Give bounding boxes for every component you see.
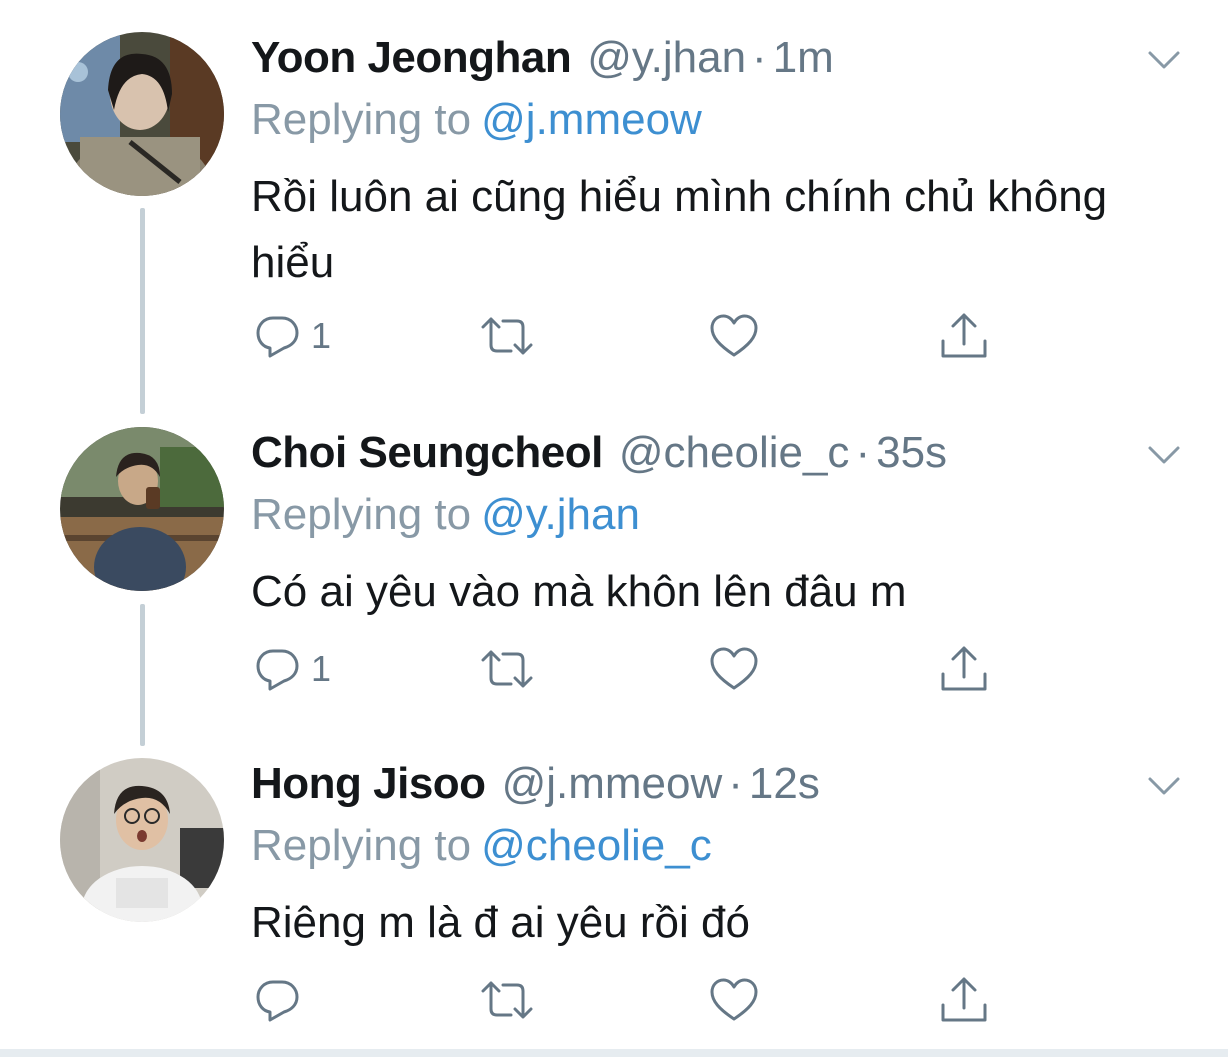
mention-link[interactable]: @cheolie_c xyxy=(481,821,712,870)
replying-label: Replying to xyxy=(251,95,472,144)
heart-icon xyxy=(710,978,758,1021)
tweet[interactable]: Yoon Jeonghan @y.jhan · 1m Replying to @j… xyxy=(0,30,1228,390)
share-button[interactable] xyxy=(939,972,989,1028)
share-icon xyxy=(941,977,987,1022)
reply-button[interactable]: 1 xyxy=(255,641,331,697)
reply-button[interactable]: 1 xyxy=(255,308,331,364)
replying-to: Replying to @j.mmeow xyxy=(251,92,702,148)
timestamp[interactable]: 12s xyxy=(749,756,820,812)
bottom-divider xyxy=(0,1049,1228,1057)
replying-label: Replying to xyxy=(251,821,472,870)
action-bar: 1 xyxy=(251,641,1011,697)
reply-icon xyxy=(256,649,299,691)
user-handle[interactable]: @cheolie_c xyxy=(619,425,850,481)
mention-link[interactable]: @y.jhan xyxy=(481,490,640,539)
avatar[interactable] xyxy=(60,427,224,591)
chevron-down-icon[interactable] xyxy=(1146,437,1182,473)
separator: · xyxy=(752,33,767,82)
reply-icon xyxy=(256,316,299,358)
tweet-header: Hong Jisoo @j.mmeow · 12s xyxy=(251,756,820,812)
retweet-icon xyxy=(481,981,533,1019)
replying-label: Replying to xyxy=(251,490,472,539)
separator: · xyxy=(855,428,871,477)
avatar[interactable] xyxy=(60,32,224,196)
avatar-photo xyxy=(60,32,224,196)
share-icon xyxy=(941,646,987,691)
retweet-button[interactable] xyxy=(479,308,535,364)
reply-count: 1 xyxy=(311,648,332,689)
tweet-header: Yoon Jeonghan @y.jhan · 1m xyxy=(251,30,834,86)
avatar[interactable] xyxy=(60,758,224,922)
chevron-down-icon[interactable] xyxy=(1146,42,1182,78)
avatar-photo xyxy=(60,758,224,922)
like-button[interactable] xyxy=(709,308,759,364)
replying-to: Replying to @cheolie_c xyxy=(251,818,712,874)
retweet-icon xyxy=(481,650,533,688)
retweet-icon xyxy=(481,317,533,355)
timestamp[interactable]: 35s xyxy=(876,425,947,481)
retweet-button[interactable] xyxy=(479,972,535,1028)
tweet[interactable]: Hong Jisoo @j.mmeow · 12s Replying to @ch… xyxy=(0,756,1228,1046)
tweet-text: Rồi luôn ai cũng hiểu mình chính chủ khô… xyxy=(251,172,1108,287)
reply-thread: Yoon Jeonghan @y.jhan · 1m Replying to @j… xyxy=(0,0,1228,1057)
reply-button[interactable] xyxy=(255,972,311,1028)
action-bar xyxy=(251,972,1011,1028)
retweet-button[interactable] xyxy=(479,641,535,697)
heart-icon xyxy=(710,314,758,357)
heart-icon xyxy=(710,647,758,690)
timestamp[interactable]: 1m xyxy=(773,30,834,86)
chevron-down-icon[interactable] xyxy=(1146,768,1182,804)
like-button[interactable] xyxy=(709,641,759,697)
avatar-photo xyxy=(60,427,224,591)
user-handle[interactable]: @y.jhan xyxy=(587,30,746,86)
tweet-header: Choi Seungcheol @cheolie_c · 35s xyxy=(251,425,947,481)
replying-to: Replying to @y.jhan xyxy=(251,487,640,543)
share-button[interactable] xyxy=(939,308,989,364)
user-handle[interactable]: @j.mmeow xyxy=(502,756,723,812)
like-button[interactable] xyxy=(709,972,759,1028)
mention-link[interactable]: @j.mmeow xyxy=(481,95,702,144)
action-bar: 1 xyxy=(251,308,1011,364)
display-name[interactable]: Yoon Jeonghan xyxy=(251,30,572,86)
share-button[interactable] xyxy=(939,641,989,697)
reply-icon xyxy=(256,980,299,1022)
tweet-text: Có ai yêu vào mà khôn lên đâu m xyxy=(251,567,907,616)
tweet[interactable]: Choi Seungcheol @cheolie_c · 35s Replyin… xyxy=(0,425,1228,715)
share-icon xyxy=(941,313,987,358)
display-name[interactable]: Hong Jisoo xyxy=(251,756,486,812)
separator: · xyxy=(728,759,743,808)
reply-count: 1 xyxy=(311,315,332,356)
tweet-text: Riêng m là đ ai yêu rồi đó xyxy=(251,898,750,947)
display-name[interactable]: Choi Seungcheol xyxy=(251,425,603,481)
